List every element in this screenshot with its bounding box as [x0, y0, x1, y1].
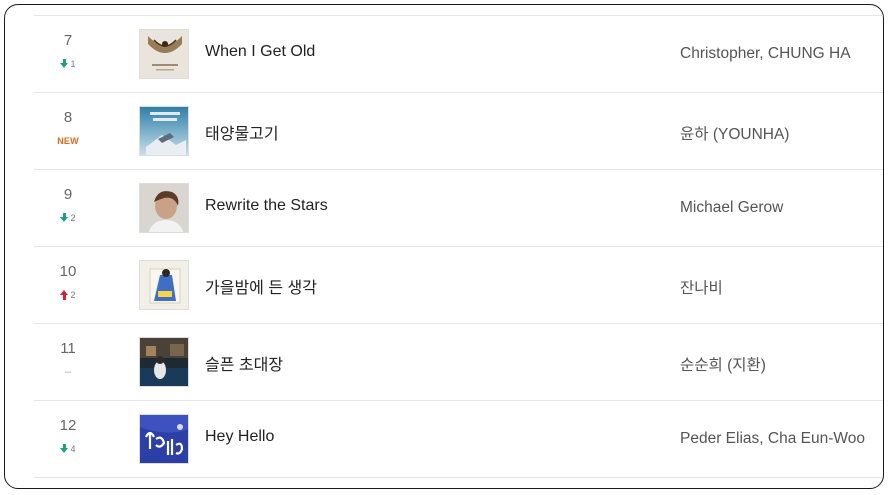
rank-number: 7 — [63, 32, 73, 49]
chart-row[interactable]: 8 NEW 태양물고기 윤하 (YOUNHA) — [34, 93, 883, 170]
artist-name[interactable]: 잔나비 — [680, 276, 723, 298]
artist-name[interactable]: Christopher, CHUNG HA — [680, 45, 851, 63]
song-title[interactable]: 태양물고기 — [205, 120, 279, 144]
album-cover-illustration-icon[interactable] — [139, 260, 189, 310]
rank-block: 7 1 — [34, 16, 102, 93]
rank-block: 11 – — [34, 324, 102, 401]
chart-row[interactable]: 9 2 Rewrite the Stars Michael Gerow — [34, 170, 883, 247]
chart-row[interactable]: 10 2 가을밤에 든 생각 잔나비 — [34, 247, 883, 324]
chart-row[interactable]: 7 1 When I Get Old Christopher, CHUNG HA — [34, 16, 883, 93]
rank-change: 1 — [34, 58, 102, 70]
rank-unchanged: – — [64, 366, 72, 378]
new-badge: NEW — [57, 136, 79, 146]
song-title[interactable]: When I Get Old — [205, 43, 315, 61]
rank-change-value: 4 — [70, 444, 76, 454]
rank-block: 10 2 — [34, 247, 102, 324]
album-cover-hey-hello-icon[interactable] — [139, 414, 189, 464]
rank-change: – — [34, 366, 102, 378]
artist-name[interactable]: 순순희 (지환) — [680, 353, 766, 375]
rank-change: 4 — [34, 443, 102, 455]
chart-row[interactable]: 12 4 Hey Hello Peder Elias, Cha Eun-Woo — [34, 401, 883, 478]
rank-number: 9 — [63, 186, 73, 203]
album-cover-growth-theory-icon[interactable] — [139, 106, 189, 156]
song-title[interactable]: Hey Hello — [205, 428, 274, 446]
rank-block: 9 2 — [34, 170, 102, 247]
artist-name[interactable]: Peder Elias, Cha Eun-Woo — [680, 430, 865, 448]
rank-change: 2 — [34, 289, 102, 301]
song-title[interactable]: Rewrite the Stars — [205, 197, 328, 215]
song-title[interactable]: 가을밤에 든 생각 — [205, 274, 317, 298]
rank-block: 8 NEW — [34, 93, 102, 170]
rank-change: NEW — [34, 135, 102, 147]
album-cover-portrait-icon[interactable] — [139, 183, 189, 233]
rank-down-icon — [60, 59, 69, 69]
rank-number: 8 — [63, 109, 73, 126]
rank-change: 2 — [34, 212, 102, 224]
rank-number: 11 — [60, 340, 76, 357]
rank-number: 10 — [59, 263, 77, 280]
album-cover-night-scene-icon[interactable] — [139, 337, 189, 387]
rank-number: 12 — [59, 417, 77, 434]
chart-list-frame: 7 1 When I Get Old Christopher, CHUNG HA… — [4, 4, 884, 489]
rank-down-icon — [60, 444, 69, 454]
rank-up-icon — [60, 290, 69, 300]
chart-row[interactable]: 11 – 슬픈 초대장 순순희 (지환) — [34, 324, 883, 401]
rank-block: 12 4 — [34, 401, 102, 478]
album-cover-when-i-get-old-icon[interactable] — [139, 29, 189, 79]
song-title[interactable]: 슬픈 초대장 — [205, 351, 283, 375]
rank-change-value: 1 — [70, 59, 76, 69]
artist-name[interactable]: 윤하 (YOUNHA) — [680, 122, 789, 144]
artist-name[interactable]: Michael Gerow — [680, 199, 783, 217]
rank-change-value: 2 — [70, 290, 76, 300]
rank-down-icon — [60, 213, 69, 223]
rank-change-value: 2 — [70, 213, 76, 223]
